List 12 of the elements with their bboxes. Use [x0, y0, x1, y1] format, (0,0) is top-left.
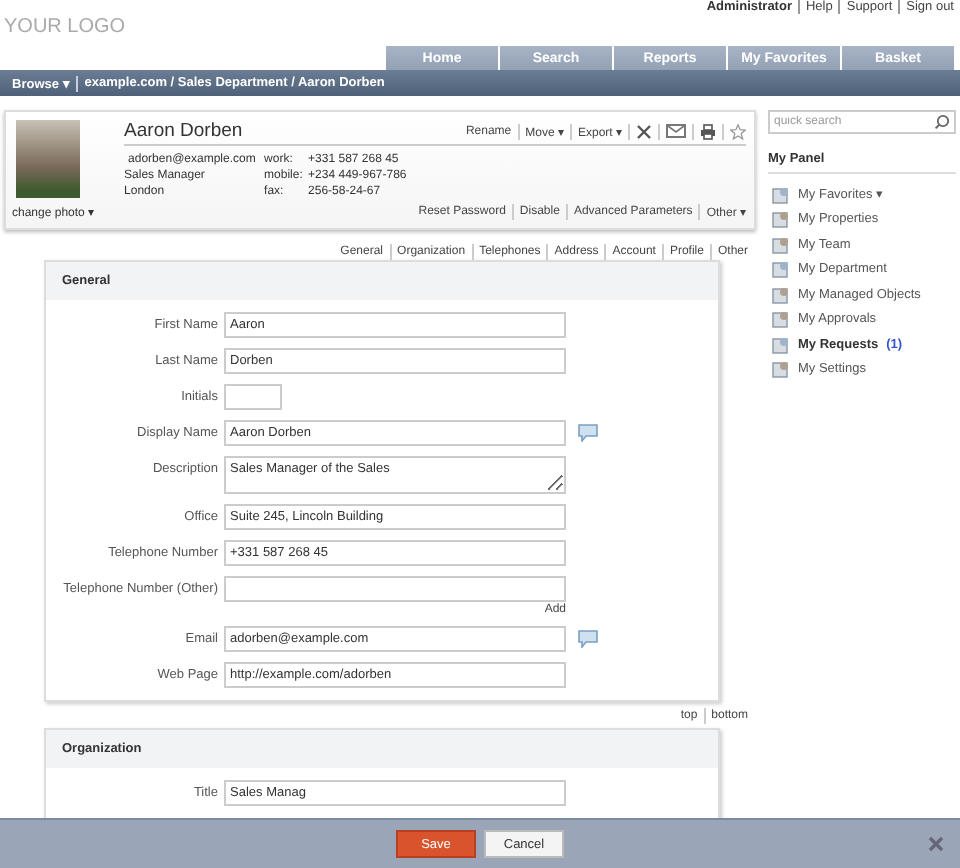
- input-field[interactable]: [224, 384, 282, 410]
- input-field[interactable]: [224, 576, 566, 602]
- logo-text: YOUR LOGO: [4, 16, 126, 38]
- printer-icon[interactable]: [700, 123, 716, 139]
- close-icon[interactable]: [636, 123, 652, 139]
- speech-bubble-icon[interactable]: [578, 630, 598, 648]
- search-icon[interactable]: [934, 114, 950, 130]
- person-name: Aaron Dorben: [124, 120, 243, 142]
- speech-bubble-icon[interactable]: [578, 424, 598, 442]
- photo-placeholder: [16, 120, 80, 198]
- star-icon[interactable]: [730, 123, 746, 139]
- envelope-icon[interactable]: [666, 124, 686, 138]
